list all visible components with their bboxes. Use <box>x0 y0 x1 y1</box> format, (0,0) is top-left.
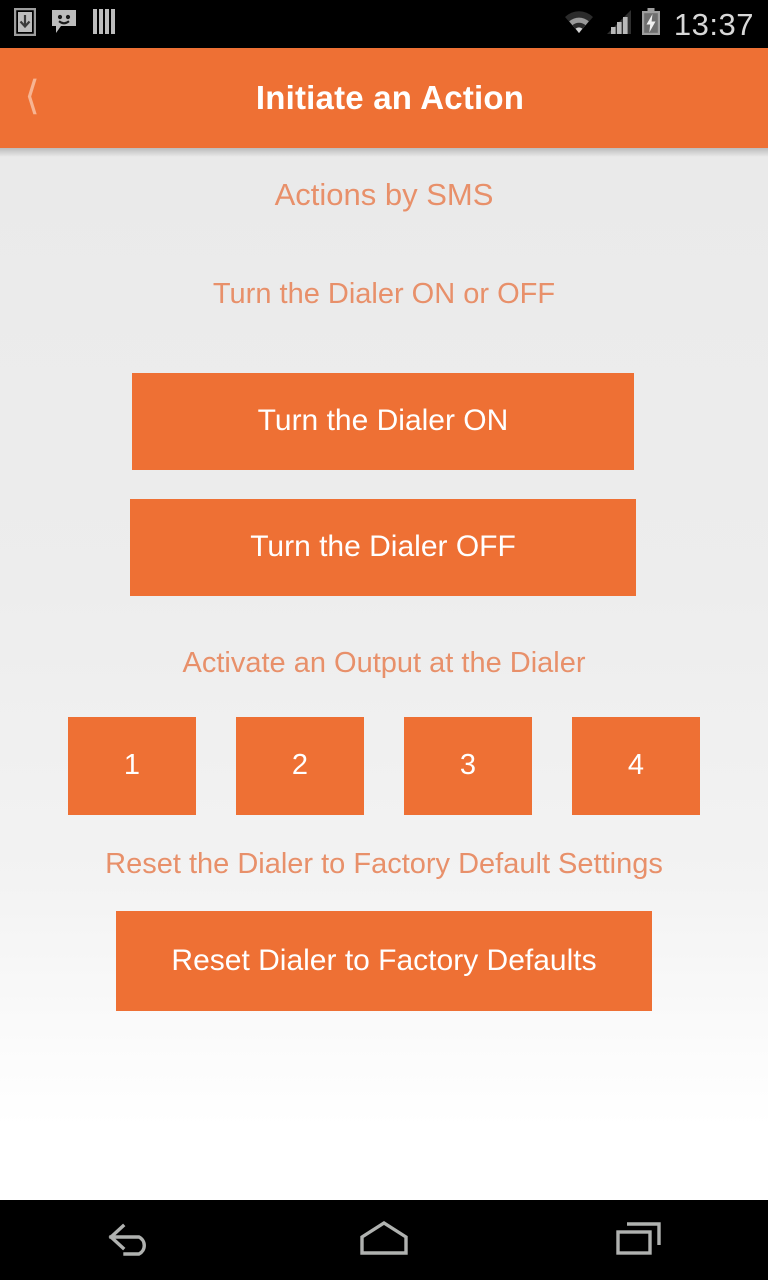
section-label-activate-output: Activate an Output at the Dialer <box>182 646 586 679</box>
reset-button-row: Reset Dialer to Factory Defaults <box>0 881 768 1011</box>
sms-smiley-icon <box>50 8 78 40</box>
navigation-bar <box>0 1200 768 1280</box>
nav-home-button[interactable] <box>256 1200 512 1280</box>
status-bar-left-icons <box>13 7 117 41</box>
output-button-2[interactable]: 2 <box>236 716 364 815</box>
main-content: Actions by SMS Turn the Dialer ON or OFF… <box>0 148 768 1200</box>
section-label-factory-reset: Reset the Dialer to Factory Default Sett… <box>105 847 663 880</box>
output-button-4[interactable]: 4 <box>572 716 700 815</box>
section-label-dialer-onoff: Turn the Dialer ON or OFF <box>212 278 556 311</box>
status-bar-right-icons: 13:37 <box>563 6 754 42</box>
phone-screen: 13:37 ⟨ Initiate an Action Actions by SM… <box>0 0 768 1280</box>
signal-icon <box>604 9 632 40</box>
output-button-1[interactable]: 1 <box>68 716 196 815</box>
home-nav-icon <box>356 1215 412 1266</box>
recents-nav-icon <box>612 1215 668 1266</box>
nav-recents-button[interactable] <box>512 1200 768 1280</box>
dialer-off-row: Turn the Dialer OFF <box>0 470 768 596</box>
output-buttons-row: 1 2 3 4 <box>0 716 768 815</box>
bars-icon <box>92 8 117 40</box>
dialer-on-row: Turn the Dialer ON <box>0 311 768 470</box>
turn-dialer-on-button[interactable]: Turn the Dialer ON <box>132 372 634 470</box>
page-heading: Actions by SMS <box>274 177 494 212</box>
reset-to-factory-defaults-button[interactable]: Reset Dialer to Factory Defaults <box>116 910 652 1011</box>
page-title: Initiate an Action <box>255 79 525 116</box>
status-bar: 13:37 <box>0 0 768 48</box>
wifi-icon <box>563 9 595 40</box>
battery-charging-icon <box>641 7 661 41</box>
download-icon <box>13 7 37 41</box>
back-nav-icon <box>99 1215 157 1266</box>
action-bar: ⟨ Initiate an Action <box>0 48 768 148</box>
output-button-3[interactable]: 3 <box>404 716 532 815</box>
action-bar-shadow <box>0 148 768 157</box>
turn-dialer-off-button[interactable]: Turn the Dialer OFF <box>130 498 636 596</box>
status-bar-clock: 13:37 <box>673 6 754 42</box>
nav-back-button[interactable] <box>0 1200 256 1280</box>
